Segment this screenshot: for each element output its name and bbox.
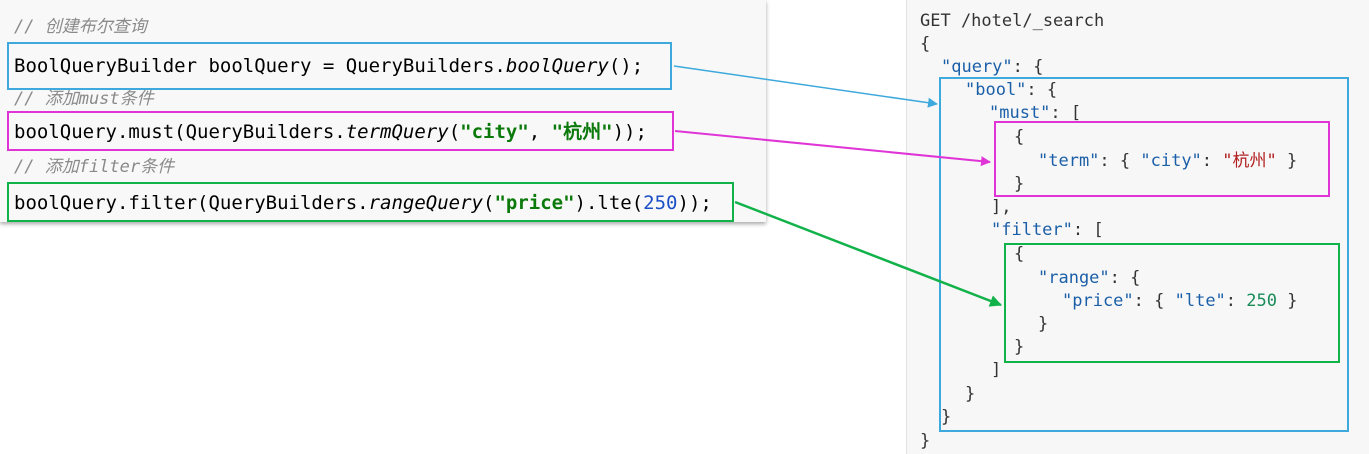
arrow-create-to-bool (673, 65, 938, 108)
arrow-filter-to-filter (734, 200, 1002, 307)
connector-arrows (673, 65, 1002, 307)
arrow-must-to-must (674, 130, 991, 167)
